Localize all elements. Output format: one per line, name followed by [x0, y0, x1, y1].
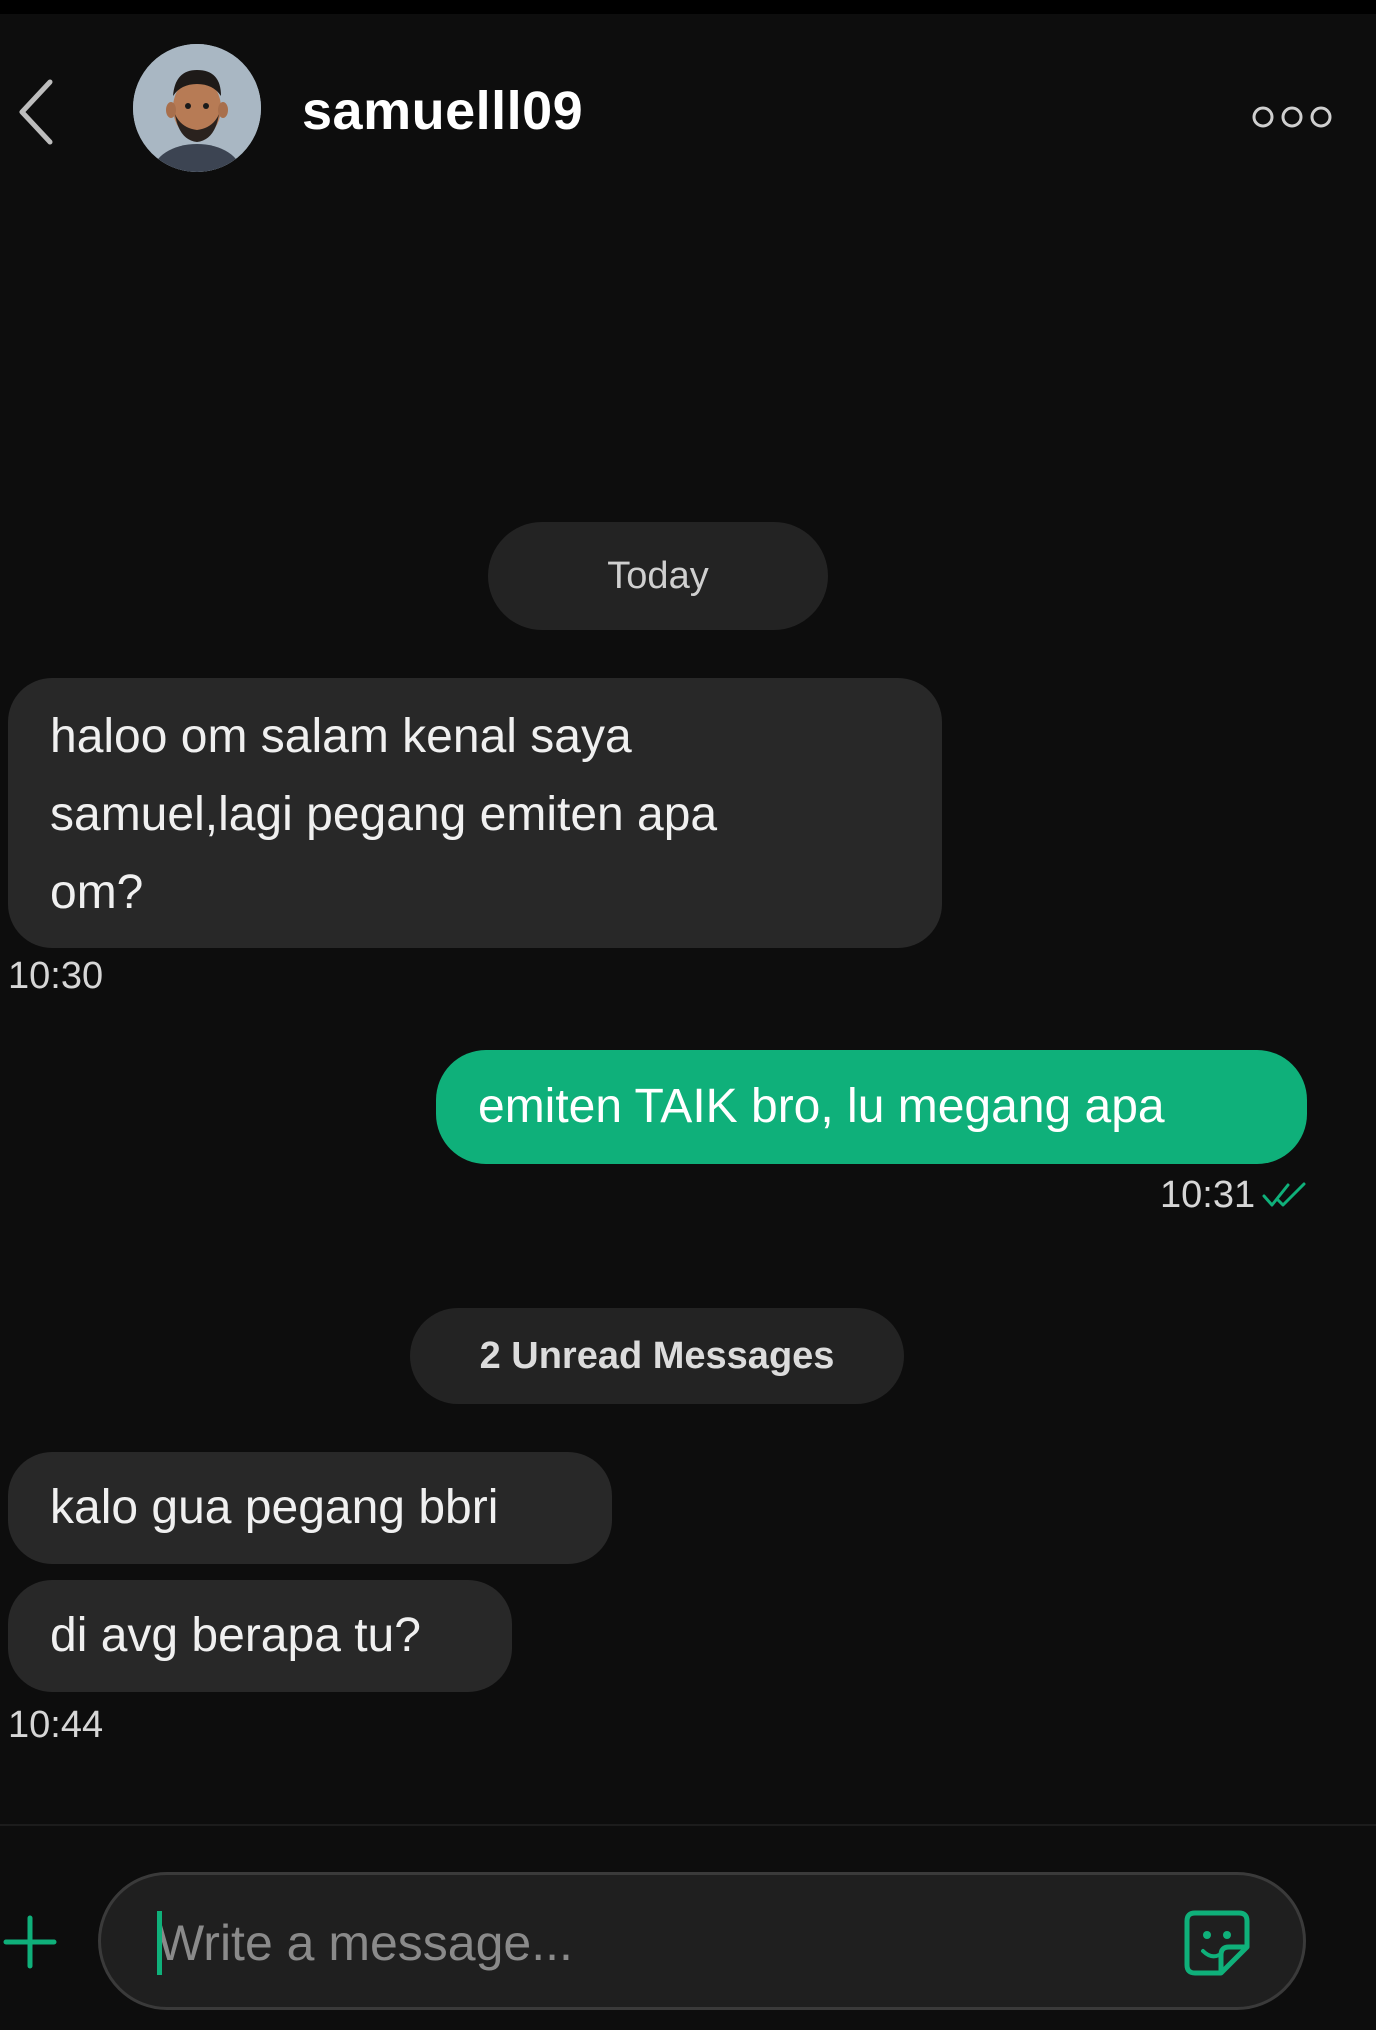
chat-header: samuelll09 [0, 14, 1376, 184]
message-text: emiten TAIK bro, lu megang apa [478, 1080, 1165, 1133]
date-separator: Today [488, 522, 828, 630]
chevron-left-icon [19, 79, 53, 145]
plus-icon [3, 1915, 57, 1969]
read-receipt-icon [1262, 1182, 1306, 1207]
sticker-icon [1184, 1910, 1250, 1976]
text-caret [157, 1911, 162, 1975]
message-text-line: om? [50, 866, 144, 919]
outgoing-message-bubble[interactable]: emiten TAIK bro, lu megang apa [436, 1050, 1307, 1164]
message-text-line: samuel,lagi pegang emiten apa [50, 788, 718, 841]
more-options-icon [1252, 106, 1332, 128]
message-timestamp: 10:31 [1160, 1174, 1256, 1216]
message-timestamp: 10:44 [8, 1704, 104, 1746]
message-composer [98, 1872, 1306, 2010]
message-input[interactable] [157, 1897, 1057, 1989]
add-attachment-button[interactable] [0, 1912, 60, 1972]
message-text: kalo gua pegang bbri [50, 1481, 499, 1534]
more-options-button[interactable] [1250, 102, 1334, 132]
unread-separator: 2 Unread Messages [410, 1308, 904, 1404]
user-avatar-icon [133, 44, 261, 172]
incoming-message-bubble[interactable]: di avg berapa tu? [8, 1580, 512, 1692]
incoming-message-bubble[interactable]: kalo gua pegang bbri [8, 1452, 612, 1564]
chat-username[interactable]: samuelll09 [302, 80, 583, 142]
message-text-line: haloo om salam kenal saya [50, 710, 632, 763]
message-timestamp: 10:30 [8, 955, 104, 997]
status-bar [0, 0, 1376, 14]
avatar[interactable] [133, 44, 261, 172]
incoming-message-bubble[interactable]: haloo om salam kenal saya samuel,lagi pe… [8, 678, 942, 948]
composer-divider [0, 1824, 1376, 1826]
message-text: di avg berapa tu? [50, 1609, 421, 1662]
back-button[interactable] [14, 76, 58, 148]
sticker-button[interactable] [1181, 1907, 1253, 1979]
